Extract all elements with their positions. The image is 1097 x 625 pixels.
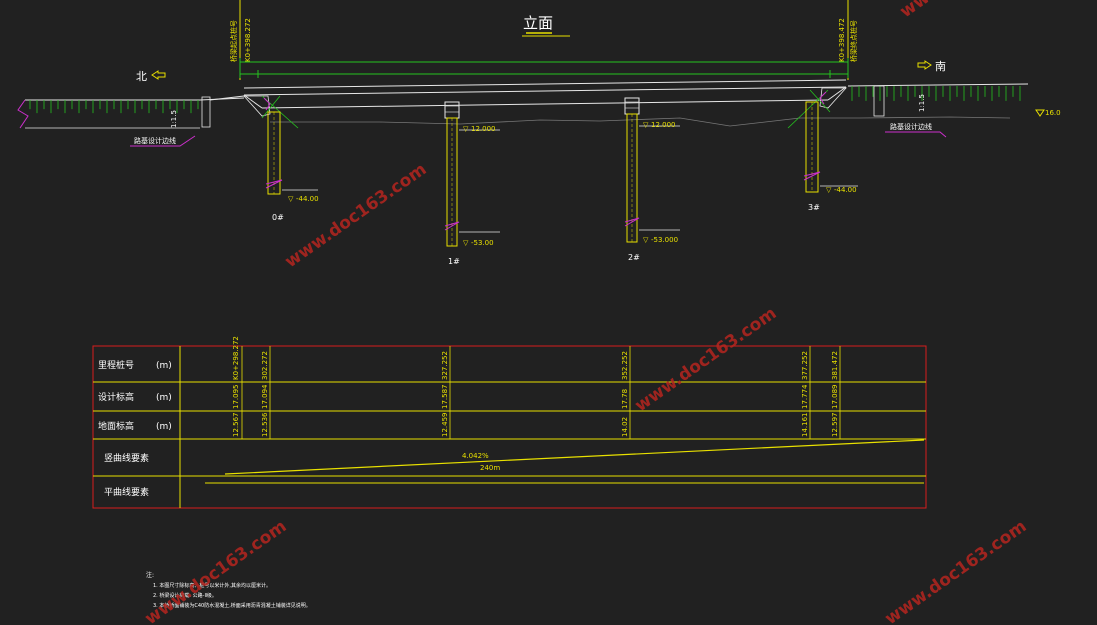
- arrow-left-icon: [151, 70, 166, 80]
- pier-2-top-elev: 12.000: [651, 121, 676, 129]
- right-ground-note: 路基设计边线: [890, 122, 932, 131]
- bridge-elevation-drawing: 立面 北 南 桥梁起点桩号 K0+398.272 K0+398.472 桥梁终点…: [17, 0, 1061, 625]
- pier-2-bottom-elev: -53.000: [651, 236, 678, 244]
- station-5: 381.472: [831, 351, 839, 380]
- design-elev-2: 17.587: [441, 385, 449, 410]
- pier-2-label: 2#: [628, 253, 640, 262]
- row-vertical-curve-label: 竖曲线要素: [104, 452, 149, 464]
- svg-text:▽: ▽: [643, 236, 649, 244]
- pier-1-label: 1#: [448, 257, 460, 266]
- pier-0-bottom-elev: -44.00: [296, 195, 319, 203]
- watermark-3: www.doc163.com: [896, 0, 1045, 22]
- ground-elev-3: 14.02: [621, 417, 629, 437]
- slope-right-label: 1:1.5: [918, 94, 926, 112]
- pier-3-bottom-elev: -44.00: [834, 186, 857, 194]
- svg-text:▽: ▽: [288, 195, 294, 203]
- drawing-title: 立面: [523, 14, 553, 32]
- svg-text:▽: ▽: [826, 186, 832, 194]
- pier-3-label: 3#: [808, 203, 820, 212]
- ground-right: [270, 83, 1029, 127]
- direction-north-label: 北: [136, 70, 147, 83]
- ground-elev-2: 12.459: [441, 413, 449, 438]
- ground-left: [17, 95, 245, 129]
- left-ground-note: 路基设计边线: [134, 136, 176, 145]
- design-elev-4: 17.774: [801, 384, 809, 409]
- row-design-unit: (m): [156, 393, 172, 403]
- abutment-right: [787, 87, 847, 129]
- left-station-label: 桥梁起点桩号: [229, 20, 238, 62]
- grade-length: 240m: [480, 464, 500, 472]
- ground-elev-0: 12.567: [232, 413, 240, 438]
- pier-2: 2# ▽ 12.000 ▽ -53.000: [624, 97, 680, 262]
- profile-table: 里程桩号 (m) 设计标高 (m) 地面标高 (m) 竖曲线要素 平曲线要素 K…: [92, 336, 927, 509]
- row-station-unit: (m): [156, 361, 172, 371]
- water-level-value: 16.0: [1045, 109, 1061, 117]
- ground-elev-1: 12.536: [261, 412, 269, 437]
- left-station-value: K0+398.272: [244, 18, 252, 62]
- row-ground-unit: (m): [156, 422, 172, 432]
- pier-0-label: 0#: [272, 213, 284, 222]
- row-station-label: 里程桩号: [98, 359, 134, 371]
- design-elev-0: 17.095: [232, 385, 240, 410]
- design-elev-1: 17.094: [261, 384, 269, 409]
- row-design-label: 设计标高: [98, 391, 134, 403]
- watermark-1: www.doc163.com: [281, 159, 430, 272]
- grade-slope: 4.042%: [462, 452, 489, 460]
- drawing-canvas: 立面 北 南 桥梁起点桩号 K0+398.272 K0+398.472 桥梁终点…: [0, 0, 1097, 625]
- right-station-value: K0+398.472: [838, 18, 846, 62]
- arrow-right-icon: [917, 60, 932, 70]
- water-level-icon: [1035, 109, 1045, 117]
- station-3: 352.252: [621, 351, 629, 380]
- station-1: 302.272: [261, 351, 269, 380]
- bridge-deck: [243, 79, 847, 109]
- station-2: 327.252: [441, 351, 449, 380]
- slope-left-label: 1:1.5: [170, 110, 178, 128]
- watermark-4: www.doc163.com: [881, 516, 1030, 625]
- design-elev-3: 17.78: [621, 389, 629, 409]
- notes-heading: 注:: [146, 571, 154, 579]
- pier-0: 0# ▽ -44.00: [265, 111, 319, 222]
- design-elev-5: 17.089: [831, 385, 839, 410]
- pier-1: 1# ▽ 12.000 ▽ -53.00: [444, 101, 500, 266]
- ground-elev-5: 12.597: [831, 413, 839, 438]
- table-columns: K0+298.272 302.272 327.252 352.252 377.2…: [232, 336, 841, 439]
- watermark-2: www.doc163.com: [631, 303, 780, 416]
- right-station-label: 桥梁终点桩号: [849, 20, 858, 62]
- station-4: 377.252: [801, 351, 809, 380]
- deck-dimension-line: [239, 58, 849, 78]
- direction-south-label: 南: [935, 60, 946, 73]
- svg-text:▽: ▽: [463, 125, 469, 133]
- ground-elev-4: 14.161: [801, 413, 809, 438]
- pier-3: 3# ▽ -44.00: [803, 101, 858, 212]
- svg-text:▽: ▽: [643, 121, 649, 129]
- row-horizontal-curve-label: 平曲线要素: [104, 486, 149, 498]
- pier-1-top-elev: 12.000: [471, 125, 496, 133]
- row-ground-label: 地面标高: [98, 420, 134, 432]
- station-0: K0+298.272: [232, 336, 240, 380]
- svg-text:▽: ▽: [463, 239, 469, 247]
- pier-1-bottom-elev: -53.00: [471, 239, 494, 247]
